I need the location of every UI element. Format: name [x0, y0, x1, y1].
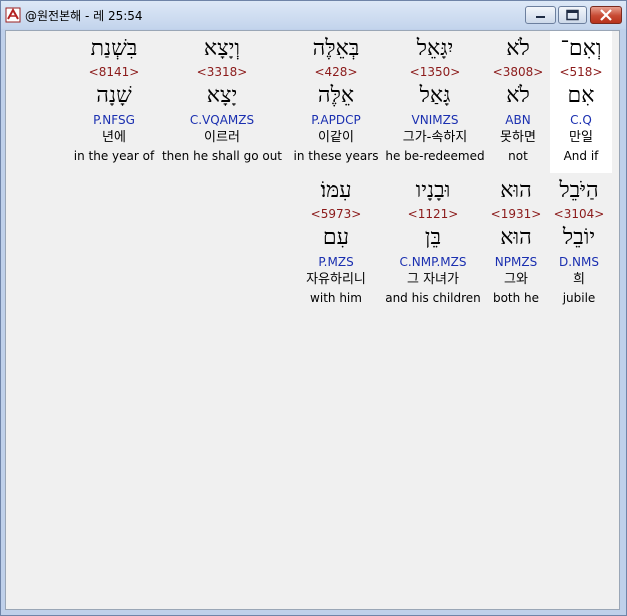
parsing-code: C.VQAMZS [189, 113, 255, 127]
hebrew-lemma: שָׁנָה [96, 83, 132, 108]
word-cell-1[interactable]: וְאִם־ <518> אִם C.Q 만일 And if [550, 31, 612, 173]
close-icon [600, 9, 612, 21]
hebrew-lemma: לֹא [506, 83, 530, 108]
word-cell-5[interactable]: וְיָצָא <3318> יָצָא C.VQAMZS 이르러 then h… [156, 31, 288, 173]
english-gloss: and his children [385, 291, 481, 305]
parsing-code: P.MZS [318, 255, 354, 269]
minimize-button[interactable] [525, 6, 556, 24]
word-cell-8[interactable]: הוּא <1931> הוּא NPMZS 그와 both he [484, 173, 548, 315]
hebrew-lemma: אִם [567, 83, 595, 108]
strong-number[interactable]: <1121> [382, 207, 484, 221]
hebrew-word: הוּא [500, 178, 532, 203]
hebrew-lemma: יָצָא [206, 83, 238, 108]
parsing-code: P.APDCP [311, 113, 361, 127]
app-icon [5, 7, 21, 23]
korean-gloss: 년에 [102, 130, 126, 145]
hebrew-lemma: יוֹבֵל [562, 225, 596, 250]
korean-gloss: 자유하리니 [306, 272, 366, 287]
hebrew-lemma: הוּא [500, 225, 532, 250]
minimize-icon [536, 16, 545, 18]
hebrew-lemma: בֵּן [424, 225, 442, 250]
parsing-code: NPMZS [494, 255, 538, 269]
english-gloss: not [508, 149, 528, 163]
strong-number[interactable]: <3808> [486, 65, 550, 79]
strong-number[interactable]: <428> [288, 65, 384, 79]
close-button[interactable] [590, 6, 622, 24]
strong-number[interactable]: <3318> [156, 65, 288, 79]
hebrew-word: הַיֹּבֵל [559, 178, 599, 203]
strong-number[interactable]: <3104> [548, 207, 610, 221]
parsing-code: P.NFSG [93, 113, 135, 127]
english-gloss: in these years [293, 149, 379, 163]
hebrew-word: וְאִם־ [560, 36, 602, 61]
korean-gloss: 못하면 [500, 130, 536, 145]
english-gloss: jubile [562, 291, 596, 305]
word-cell-9[interactable]: וּבָנָיו <1121> בֵּן C.NMP.MZS 그 자녀가 and… [382, 173, 484, 315]
english-gloss: he be-redeemed [385, 149, 485, 163]
hebrew-word: עִמּוֹ׃ [320, 178, 352, 203]
hebrew-lemma: אֵלֶּה [317, 83, 355, 108]
parsing-code: C.Q [570, 113, 592, 127]
hebrew-lemma: גָּאַל [419, 83, 451, 108]
korean-gloss: 그 자녀가 [407, 272, 459, 287]
word-cell-7[interactable]: הַיֹּבֵל <3104> יוֹבֵל D.NMS 희 jubile [548, 173, 610, 315]
korean-gloss: 이같이 [318, 130, 354, 145]
english-gloss: both he [492, 291, 540, 305]
strong-number[interactable]: <8141> [72, 65, 156, 79]
hebrew-word: יִגָּאֵל [416, 36, 454, 61]
strong-number[interactable]: <1350> [384, 65, 486, 79]
maximize-icon [566, 9, 579, 21]
korean-gloss: 만일 [569, 130, 593, 145]
word-cell-4[interactable]: בְּאֵלֶּה <428> אֵלֶּה P.APDCP 이같이 in th… [288, 31, 384, 173]
hebrew-word: לֹא [506, 36, 530, 61]
word-cell-3[interactable]: יִגָּאֵל <1350> גָּאַל VNIMZS 그가-속하지 he … [384, 31, 486, 173]
window-title: @원전본해 - 레 25:54 [25, 9, 143, 23]
parsing-code: VNIMZS [411, 113, 459, 127]
english-gloss: then he shall go out [161, 149, 283, 163]
word-cell-2[interactable]: לֹא <3808> לֹא ABN 못하면 not [486, 31, 550, 173]
english-gloss: in the year of [73, 149, 155, 163]
strong-number[interactable]: <518> [550, 65, 612, 79]
english-gloss: And if [563, 149, 599, 163]
parsing-code: D.NMS [558, 255, 599, 269]
word-cell-10[interactable]: עִמּוֹ׃ <5973> עִם P.MZS 자유하리니 with him [290, 173, 382, 315]
hebrew-word: בְּאֵלֶּה [312, 36, 360, 61]
hebrew-lemma: עִם [322, 225, 350, 250]
english-gloss: with him [310, 291, 362, 305]
korean-gloss: 그가-속하지 [402, 130, 468, 145]
korean-gloss: 그와 [504, 272, 528, 287]
maximize-button[interactable] [558, 6, 587, 24]
korean-gloss: 이르러 [204, 130, 240, 145]
verse-panel[interactable]: וְאִם־ <518> אִם C.Q 만일 And if לֹא <3808… [5, 30, 620, 610]
hebrew-word: וּבָנָיו [415, 178, 451, 203]
app-window: @원전본해 - 레 25:54 וְאִם־ <518> אִם C.Q 만일 [0, 0, 627, 616]
title-bar[interactable]: @원전본해 - 레 25:54 [1, 1, 626, 29]
parsing-code: ABN [505, 113, 531, 127]
korean-gloss: 희 [573, 272, 585, 287]
strong-number[interactable]: <1931> [484, 207, 548, 221]
strong-number[interactable]: <5973> [290, 207, 382, 221]
hebrew-word: בִּשְׁנַת [90, 36, 138, 61]
hebrew-word: וְיָצָא [203, 36, 241, 61]
parsing-code: C.NMP.MZS [399, 255, 467, 269]
word-cell-6[interactable]: בִּשְׁנַת <8141> שָׁנָה P.NFSG 년에 in the… [72, 31, 156, 173]
